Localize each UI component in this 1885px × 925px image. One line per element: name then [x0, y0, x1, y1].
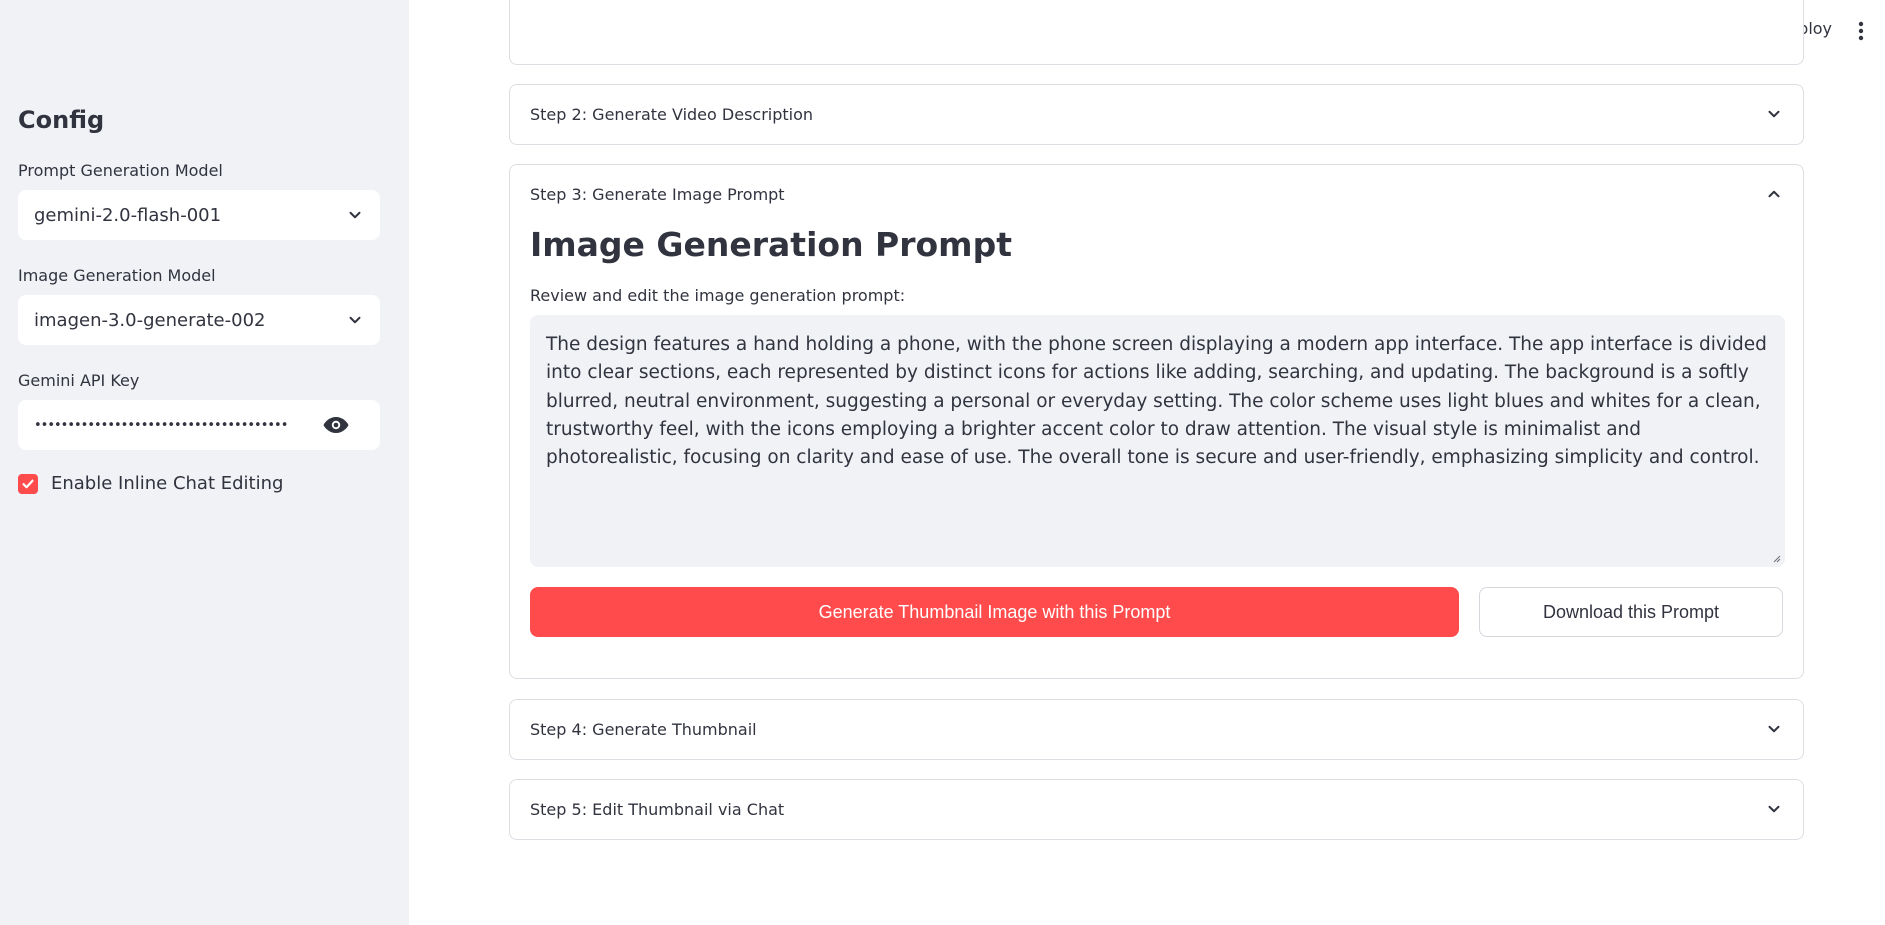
chevron-down-icon	[349, 211, 361, 219]
inline-chat-label: Enable Inline Chat Editing	[51, 473, 284, 494]
chevron-down-icon	[1768, 725, 1780, 733]
image-model-value: imagen-3.0-generate-002	[34, 309, 266, 331]
section-heading: Image Generation Prompt	[530, 225, 1012, 264]
prompt-text: The design features a hand holding a pho…	[546, 334, 1767, 469]
main-content: Step 2: Generate Video Description Step …	[509, 0, 1804, 925]
chevron-up-icon	[1768, 190, 1780, 198]
api-key-label: Gemini API Key	[18, 371, 140, 390]
prompt-model-label: Prompt Generation Model	[18, 161, 223, 180]
step-3-expander: Step 3: Generate Image Prompt Image Gene…	[509, 164, 1804, 679]
sidebar: Config Prompt Generation Model gemini-2.…	[0, 0, 409, 925]
step-4-header[interactable]: Step 4: Generate Thumbnail	[510, 700, 1803, 758]
check-icon	[22, 479, 34, 488]
prompt-model-select[interactable]: gemini-2.0-flash-001	[18, 190, 380, 240]
resize-handle-icon[interactable]	[1771, 553, 1781, 563]
step-2-header[interactable]: Step 2: Generate Video Description	[510, 85, 1803, 143]
chevron-down-icon	[1768, 110, 1780, 118]
step-3-header[interactable]: Step 3: Generate Image Prompt	[510, 165, 1803, 223]
image-model-label: Image Generation Model	[18, 266, 216, 285]
step-3-title: Step 3: Generate Image Prompt	[530, 184, 785, 204]
step-5-header[interactable]: Step 5: Edit Thumbnail via Chat	[510, 780, 1803, 838]
prompt-model-value: gemini-2.0-flash-001	[34, 204, 222, 226]
step-1-expander[interactable]	[509, 0, 1804, 65]
step-5-title: Step 5: Edit Thumbnail via Chat	[530, 799, 785, 819]
step-4-expander[interactable]: Step 4: Generate Thumbnail	[509, 699, 1804, 760]
step-2-title: Step 2: Generate Video Description	[530, 104, 814, 124]
eye-icon[interactable]	[322, 415, 350, 435]
chevron-down-icon	[1768, 805, 1780, 813]
api-key-masked-value: ••••••••••••••••••••••••••••••••••••••	[34, 417, 288, 433]
step-5-expander[interactable]: Step 5: Edit Thumbnail via Chat	[509, 779, 1804, 840]
sidebar-title: Config	[18, 106, 105, 134]
step-2-expander[interactable]: Step 2: Generate Video Description	[509, 84, 1804, 145]
api-key-input[interactable]: ••••••••••••••••••••••••••••••••••••••	[18, 400, 380, 450]
chevron-down-icon	[349, 316, 361, 324]
step-4-title: Step 4: Generate Thumbnail	[530, 719, 757, 739]
generate-thumbnail-button[interactable]: Generate Thumbnail Image with this Promp…	[530, 587, 1459, 637]
prompt-textarea-label: Review and edit the image generation pro…	[530, 286, 906, 305]
kebab-menu-icon[interactable]	[1857, 21, 1865, 41]
download-prompt-button[interactable]: Download this Prompt	[1479, 587, 1783, 637]
image-model-select[interactable]: imagen-3.0-generate-002	[18, 295, 380, 345]
inline-chat-checkbox[interactable]	[18, 473, 38, 494]
inline-chat-checkbox-row[interactable]: Enable Inline Chat Editing	[18, 473, 283, 494]
prompt-textarea[interactable]: The design features a hand holding a pho…	[530, 315, 1785, 567]
